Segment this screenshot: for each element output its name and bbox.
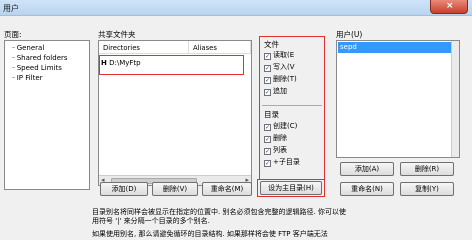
column-header-aliases[interactable]: Aliases	[189, 41, 251, 54]
check-icon: ✓	[264, 148, 271, 155]
dir-subdirs-checkbox[interactable]: ✓ +子目录	[264, 157, 300, 167]
checkbox-label: 删除(T)	[273, 75, 297, 83]
tree-item-speed-limits[interactable]: ··· Speed Limits	[11, 64, 62, 72]
remove-folder-button[interactable]: 删除(V)	[152, 182, 198, 196]
check-icon: ✓	[264, 89, 271, 96]
tree-dots-icon: ···	[11, 64, 16, 72]
check-icon: ✓	[264, 160, 271, 167]
tree-item-general[interactable]: ··· General	[11, 44, 44, 52]
page-tree: ··· General ··· Shared folders ··· Speed Li…	[4, 40, 90, 190]
set-home-dir-button[interactable]: 设为主目录(H)	[260, 181, 322, 195]
tree-item-label: IP Filter	[16, 74, 43, 82]
tree-item-label: Shared folders	[16, 54, 68, 62]
column-header-directories[interactable]: Directories	[99, 41, 189, 54]
dir-delete-checkbox[interactable]: ✓ 删除	[264, 133, 287, 143]
dirs-group-label: 目录	[264, 110, 279, 119]
permissions-group: 文件 ✓ 读取(E ✓ 写入(V ✓ 删除(T) ✓ 追加 目录 ✓ 创建(C) ✓ 删除 …	[259, 36, 325, 180]
window-title: 用户	[3, 4, 19, 13]
files-group-label: 文件	[264, 40, 279, 49]
file-delete-checkbox[interactable]: ✓ 删除(T)	[264, 74, 297, 84]
checkbox-label: 删除	[273, 134, 287, 142]
file-append-checkbox[interactable]: ✓ 追加	[264, 86, 287, 96]
shared-folders-label: 共享文件夹	[98, 30, 136, 39]
users-label: 用户(U)	[336, 30, 363, 39]
copy-user-button[interactable]: 复制(Y)	[400, 182, 454, 196]
add-user-button[interactable]: 添加(A)	[340, 162, 394, 176]
dir-list-checkbox[interactable]: ✓ 列表	[264, 145, 287, 155]
checkbox-label: 列表	[273, 146, 287, 154]
checkbox-label: 读取(E	[273, 51, 295, 59]
remove-user-button[interactable]: 删除(R)	[400, 162, 454, 176]
list-item-selected[interactable]: sepd	[338, 42, 456, 53]
tree-item-ip-filter[interactable]: ··· IP Filter	[11, 74, 43, 82]
description-line: 目录别名将同样会被显示在指定的位置中. 别名必须包含完整的逻辑路径. 你可以使	[92, 208, 346, 216]
tree-dots-icon: ···	[11, 44, 16, 52]
divider	[262, 105, 322, 106]
title-bar: 用户 ×	[0, 0, 472, 16]
close-icon: ×	[446, 1, 454, 11]
tree-dots-icon: ···	[11, 74, 16, 82]
highlight-row-outline	[99, 55, 244, 75]
description-line: 如果使用别名, 那么请避免循环的目录结构. 如果那样将会使 FTP 客户端无法	[92, 230, 328, 238]
users-list[interactable]: sepd	[336, 40, 460, 158]
description-text: 目录别名将同样会被显示在指定的位置中. 别名必须包含完整的逻辑路径. 你可以使 …	[92, 208, 468, 239]
check-icon: ✓	[264, 77, 271, 84]
check-icon: ✓	[264, 53, 271, 60]
check-icon: ✓	[264, 136, 271, 143]
file-read-checkbox[interactable]: ✓ 读取(E	[264, 50, 294, 60]
tree-item-label: General	[16, 44, 45, 52]
add-folder-button[interactable]: 添加(D)	[100, 182, 148, 196]
check-icon: ✓	[264, 65, 271, 72]
vertical-scrollbar[interactable]	[451, 41, 459, 157]
rename-user-button[interactable]: 重命名(N)	[340, 182, 394, 196]
rename-folder-button[interactable]: 重命名(M)	[202, 182, 252, 196]
close-button[interactable]: ×	[430, 0, 468, 14]
tree-item-shared-folders[interactable]: ··· Shared folders	[11, 54, 68, 62]
description-line: 用符号 '|' 来分隔一个目录的多个别名.	[92, 217, 210, 225]
checkbox-label: 追加	[273, 87, 287, 95]
file-write-checkbox[interactable]: ✓ 写入(V	[264, 62, 295, 72]
checkbox-label: +子目录	[273, 158, 300, 166]
page-label: 页面:	[4, 30, 22, 39]
tree-item-label: Speed Limits	[16, 64, 62, 72]
tree-dots-icon: ···	[11, 54, 16, 62]
dir-create-checkbox[interactable]: ✓ 创建(C)	[264, 121, 297, 131]
check-icon: ✓	[264, 124, 271, 131]
checkbox-label: 写入(V	[273, 63, 295, 71]
checkbox-label: 创建(C)	[273, 122, 298, 130]
